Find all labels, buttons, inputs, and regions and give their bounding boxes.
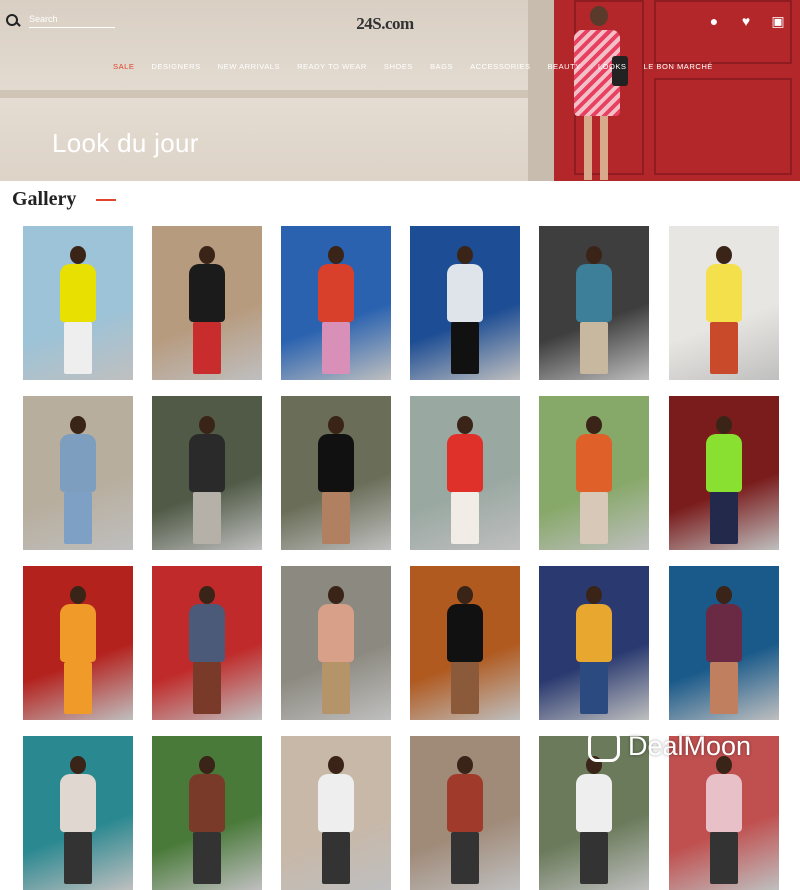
model-figure [445,756,485,884]
model-figure [316,756,356,884]
search-bar[interactable]: Search [5,13,115,29]
nav-item-accessories[interactable]: ACCESSORIES [470,62,530,71]
model-figure [704,246,744,374]
gallery-tile[interactable] [152,396,262,550]
gallery-tile[interactable] [281,226,391,380]
hero-banner: Search 24S.com SALE DESIGNERS NEW ARRIVA… [0,0,800,181]
nav-item-sale[interactable]: SALE [113,62,134,71]
watermark-text: DealMoon [628,730,752,761]
gallery-tile[interactable] [410,226,520,380]
heart-icon[interactable]: ♥ [738,13,754,29]
gallery-tile[interactable] [669,566,779,720]
gallery-tile[interactable] [410,566,520,720]
gallery-tile[interactable] [152,736,262,890]
nav-item-bags[interactable]: BAGS [430,62,453,71]
model-figure [574,586,614,714]
user-icons: ● ♥ ▣ [706,13,786,29]
model-figure [58,756,98,884]
gallery-tile[interactable] [23,566,133,720]
dealmoon-watermark: DealMoon [588,730,751,762]
gallery-tile[interactable] [281,736,391,890]
gallery-tile[interactable] [539,566,649,720]
model-figure [704,756,744,884]
nav-item-designers[interactable]: DESIGNERS [151,62,200,71]
gallery-tile[interactable] [410,736,520,890]
model-figure [187,586,227,714]
gallery-tile[interactable] [539,396,649,550]
nav-item-ready-to-wear[interactable]: READY TO WEAR [297,62,367,71]
hero-model [568,6,630,181]
model-figure [187,246,227,374]
gallery-tile[interactable] [669,396,779,550]
model-figure [58,586,98,714]
model-figure [316,416,356,544]
search-input[interactable]: Search [29,14,115,28]
gallery-tile[interactable] [23,396,133,550]
site-logo[interactable]: 24S.com [340,14,430,34]
model-figure [445,246,485,374]
gallery-tile[interactable] [669,226,779,380]
model-figure [704,416,744,544]
gallery-heading: Gallery [12,188,77,210]
bag-icon[interactable]: ▣ [770,13,786,29]
gallery-tile[interactable] [23,736,133,890]
page-title: Look du jour [52,128,199,158]
hero-wall-column [528,0,554,181]
nav-item-beauty[interactable]: BEAUTY [547,62,580,71]
nav-item-new-arrivals[interactable]: NEW ARRIVALS [218,62,280,71]
model-figure [58,416,98,544]
gallery-grid [23,226,783,890]
gallery-tile[interactable] [281,566,391,720]
gallery-tile[interactable] [539,226,649,380]
dealmoon-logo-icon [588,730,620,762]
model-figure [445,586,485,714]
model-figure [187,416,227,544]
hero-ledge [0,90,560,98]
model-figure [187,756,227,884]
gallery-tile[interactable] [410,396,520,550]
model-figure [58,246,98,374]
model-figure [574,246,614,374]
model-figure [574,756,614,884]
search-icon[interactable] [5,13,21,29]
gallery-tile[interactable] [281,396,391,550]
gallery-tile[interactable] [152,566,262,720]
model-figure [445,416,485,544]
nav-item-looks[interactable]: LOOKS [598,62,627,71]
nav-item-le-bon-marche[interactable]: LE BON MARCHÉ [644,62,713,71]
gallery-tile[interactable] [23,226,133,380]
heading-accent-dash [96,198,117,201]
gallery-header: Gallery [12,188,117,211]
model-figure [316,586,356,714]
user-icon[interactable]: ● [706,13,722,29]
model-figure [704,586,744,714]
model-figure [316,246,356,374]
gallery-tile[interactable] [152,226,262,380]
nav-item-shoes[interactable]: SHOES [384,62,413,71]
main-nav: SALE DESIGNERS NEW ARRIVALS READY TO WEA… [113,62,730,71]
model-figure [574,416,614,544]
